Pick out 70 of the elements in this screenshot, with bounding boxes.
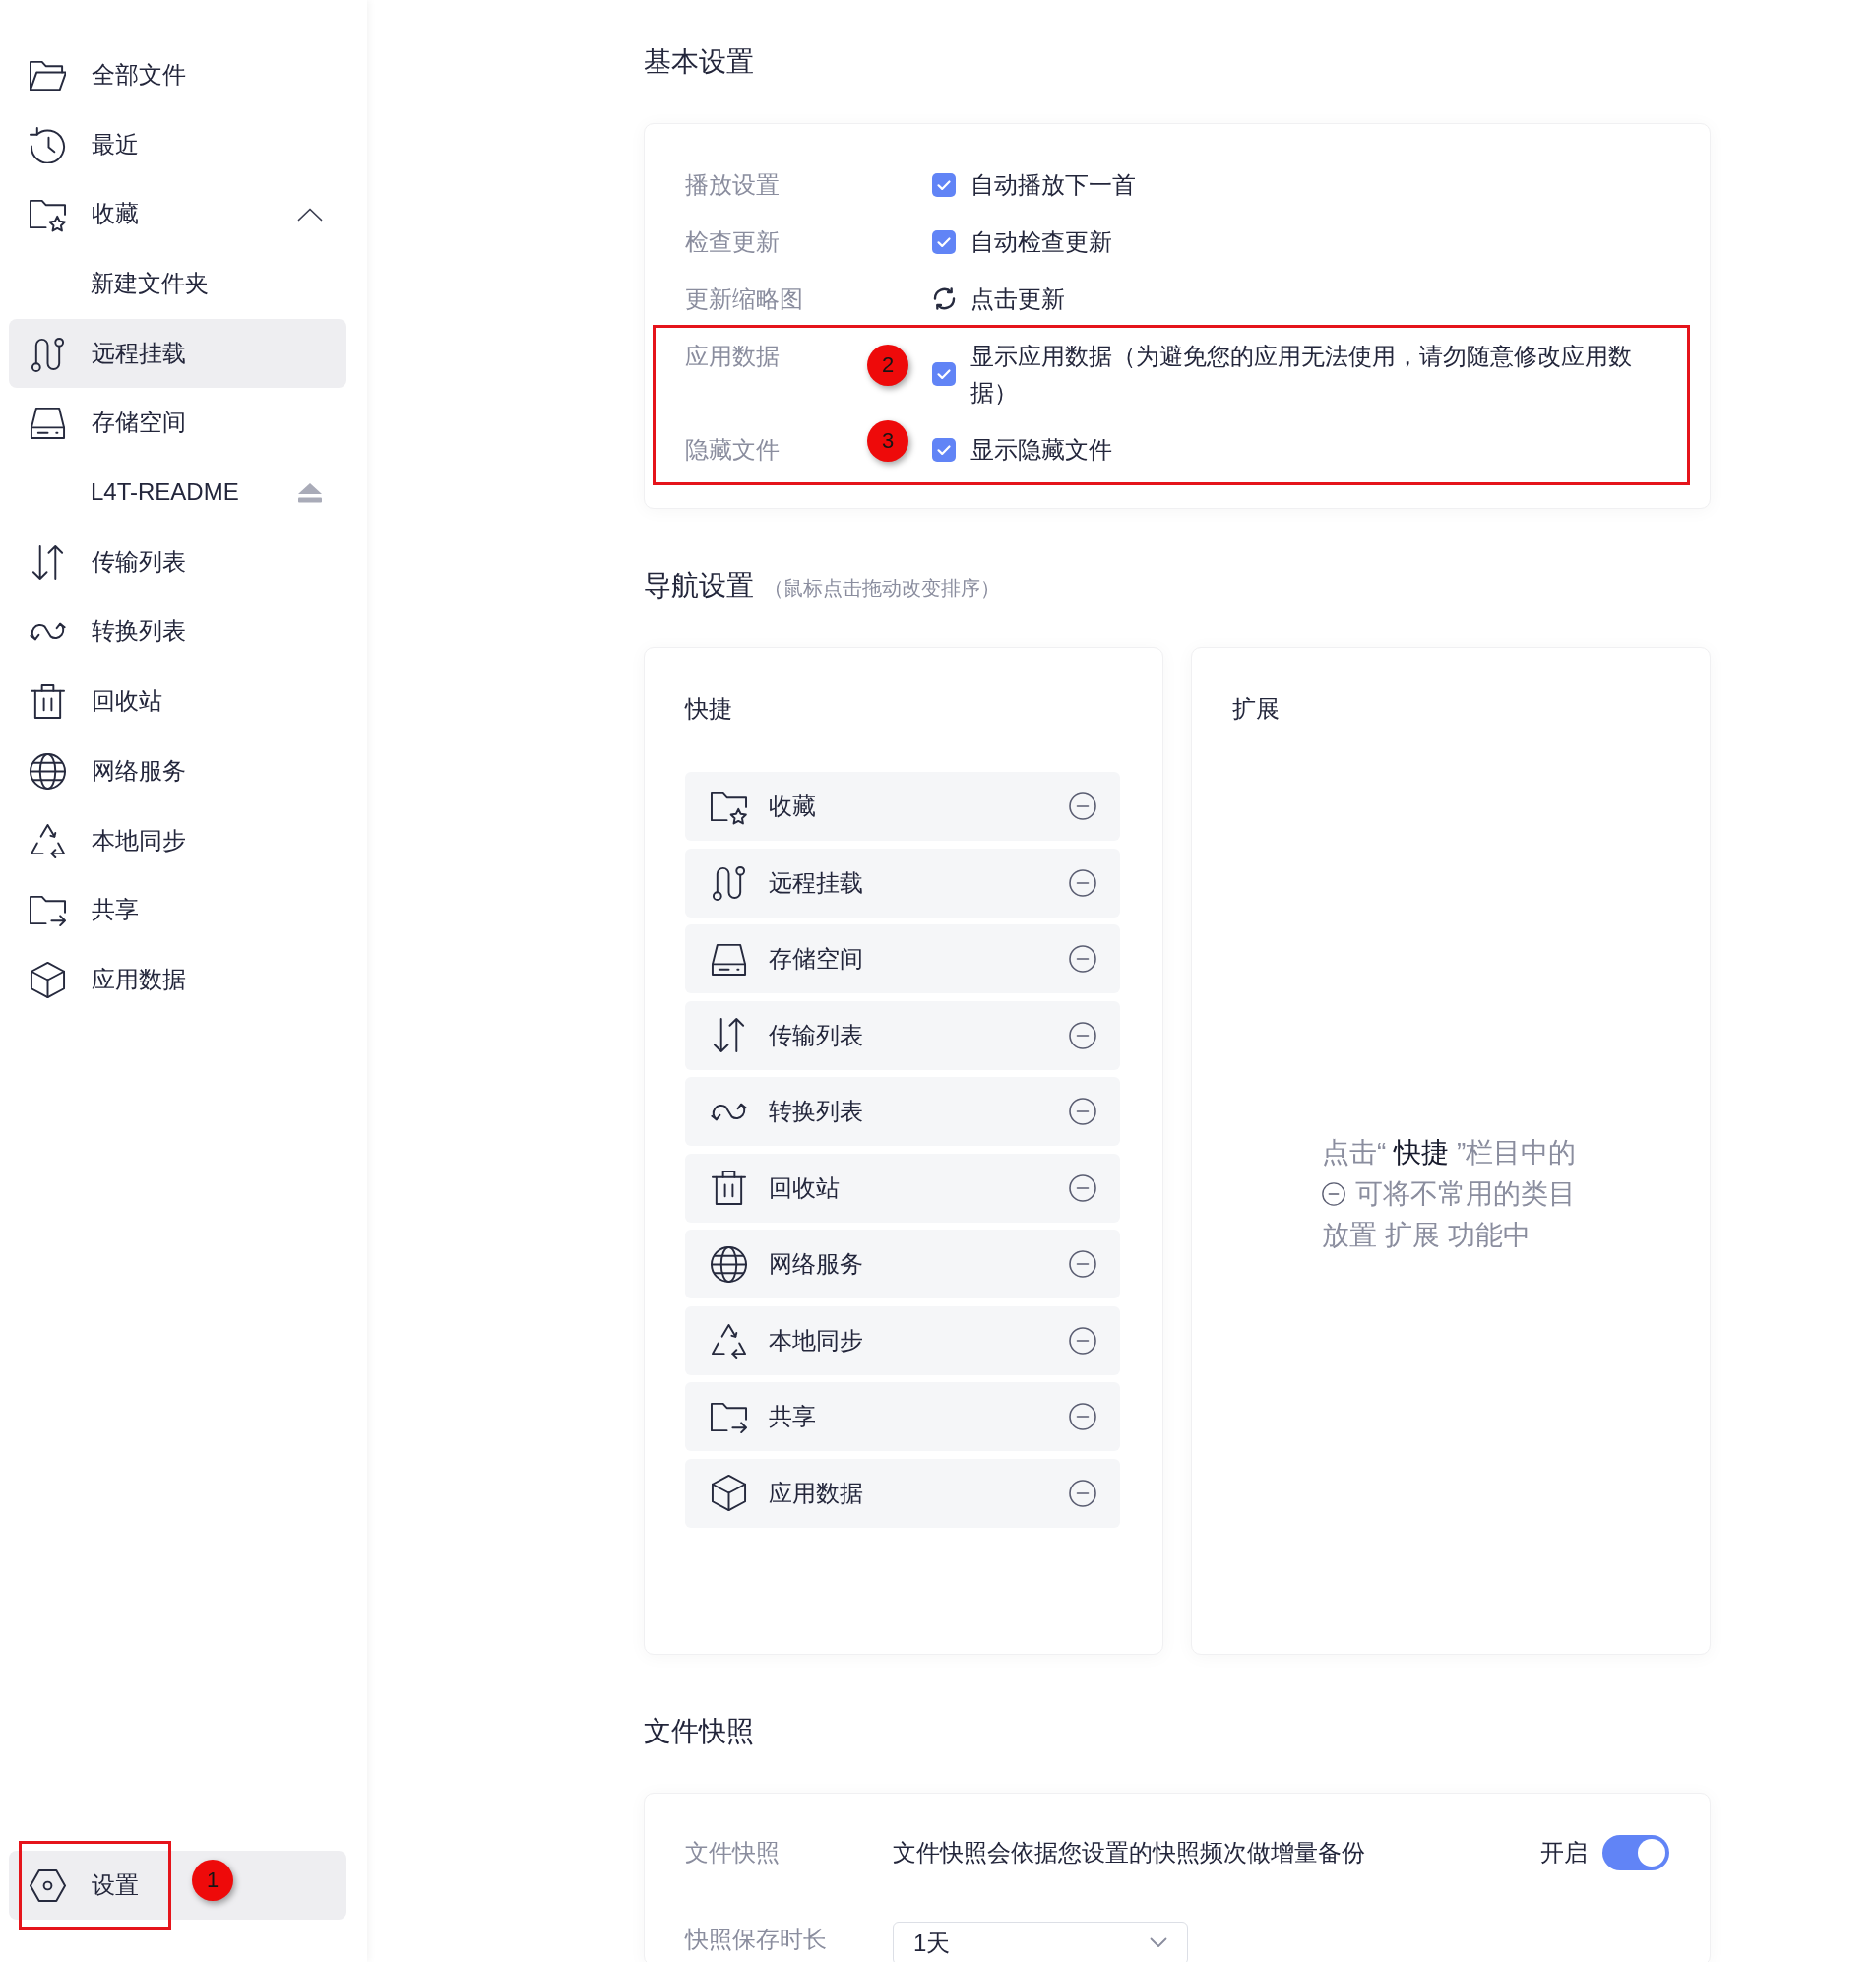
globe-icon bbox=[711, 1245, 747, 1283]
section-hint: （鼠标点击拖动改变排序） bbox=[764, 576, 1000, 601]
minus-circle-icon[interactable] bbox=[1069, 1326, 1096, 1355]
section-title: 导航设置 bbox=[644, 569, 754, 602]
minus-circle-icon[interactable] bbox=[1069, 1403, 1096, 1430]
setting-label: 快照保存时长 bbox=[685, 1924, 828, 1954]
checkbox-label: 自动播放下一首 bbox=[970, 170, 1136, 200]
section-title: 基本设置 bbox=[644, 45, 754, 79]
shortcut-item[interactable]: 收藏 bbox=[685, 772, 1120, 841]
checkbox-label: 自动检查更新 bbox=[970, 227, 1112, 257]
callout-marker: 3 bbox=[867, 419, 908, 462]
trash-icon bbox=[711, 1170, 747, 1206]
minus-circle-icon[interactable] bbox=[1069, 1479, 1096, 1507]
setting-label: 检查更新 bbox=[685, 228, 780, 255]
setting-label: 隐藏文件 bbox=[685, 436, 780, 463]
panel-title: 快捷 bbox=[685, 694, 733, 724]
settings-icon bbox=[30, 1867, 66, 1904]
hint-text: 点击“ 快捷 ”栏目中的 bbox=[1322, 1135, 1577, 1170]
chevron-up-icon[interactable] bbox=[297, 207, 323, 222]
arrows-up-down-icon bbox=[30, 543, 66, 581]
minus-circle-icon[interactable] bbox=[1069, 1021, 1096, 1049]
checkbox[interactable] bbox=[932, 229, 956, 254]
route-icon bbox=[711, 864, 747, 901]
cube-icon bbox=[711, 1475, 747, 1511]
globe-icon bbox=[30, 752, 66, 790]
checkbox[interactable] bbox=[932, 362, 956, 386]
toggle-label: 开启 bbox=[1540, 1837, 1588, 1867]
checkbox-label: 显示隐藏文件 bbox=[970, 435, 1112, 465]
minus-circle-icon[interactable] bbox=[1069, 945, 1096, 973]
setting-label: 应用数据 bbox=[685, 343, 780, 369]
setting-label: 文件快照 bbox=[685, 1837, 781, 1867]
hint-text: 可将不常用的类目 bbox=[1355, 1176, 1576, 1211]
shortcut-item[interactable]: 转换列表 bbox=[685, 1077, 1120, 1146]
callout-marker: 2 bbox=[867, 345, 908, 386]
chevron-down-icon bbox=[1150, 1937, 1167, 1948]
minus-circle-icon[interactable] bbox=[1069, 868, 1096, 897]
shortcut-item[interactable]: 共享 bbox=[685, 1382, 1120, 1451]
shortcut-item[interactable]: 传输列表 bbox=[685, 1000, 1120, 1070]
shortcut-item[interactable]: 存储空间 bbox=[685, 924, 1120, 993]
minus-circle-icon[interactable] bbox=[1069, 1250, 1096, 1278]
recycle-icon bbox=[30, 822, 66, 859]
cube-icon bbox=[30, 961, 66, 998]
shortcut-item[interactable]: 回收站 bbox=[685, 1153, 1120, 1223]
shortcut-item[interactable]: 本地同步 bbox=[685, 1305, 1120, 1375]
minus-circle-icon[interactable] bbox=[1069, 1098, 1096, 1125]
sidebar-item[interactable]: 远程挂载 bbox=[9, 318, 346, 389]
panel-title: 扩展 bbox=[1232, 694, 1280, 724]
checkbox[interactable] bbox=[932, 437, 956, 462]
arrows-up-down-icon bbox=[711, 1017, 747, 1053]
refresh-icon bbox=[932, 286, 957, 311]
shortcut-item[interactable]: 网络服务 bbox=[685, 1230, 1120, 1298]
shortcut-item[interactable]: 远程挂载 bbox=[685, 848, 1120, 918]
shortcut-item[interactable]: 应用数据 bbox=[685, 1458, 1120, 1528]
drive-icon bbox=[30, 405, 66, 442]
select-field[interactable]: 1天 bbox=[893, 1921, 1188, 1962]
setting-label: 更新缩略图 bbox=[685, 285, 803, 312]
recycle-icon bbox=[711, 1322, 747, 1359]
setting-label: 播放设置 bbox=[685, 171, 780, 198]
clock-icon bbox=[30, 126, 66, 163]
minus-circle-icon[interactable] bbox=[1069, 792, 1096, 820]
hint-text: 放置 扩展 功能中 bbox=[1322, 1218, 1531, 1252]
setting-description: 文件快照会依据您设置的快照频次做增量备份 bbox=[893, 1837, 1366, 1867]
toggle-switch[interactable] bbox=[1602, 1834, 1669, 1870]
section-title: 文件快照 bbox=[644, 1714, 754, 1748]
checkbox[interactable] bbox=[932, 172, 956, 197]
minus-circle-icon[interactable] bbox=[1069, 1173, 1096, 1202]
trash-icon bbox=[30, 683, 66, 721]
checkbox-label: 显示应用数据（为避免您的应用无法使用，请勿随意修改应用数据） bbox=[970, 342, 1633, 408]
refresh-link[interactable]: 点击更新 bbox=[932, 281, 1065, 317]
route-icon bbox=[30, 335, 66, 372]
